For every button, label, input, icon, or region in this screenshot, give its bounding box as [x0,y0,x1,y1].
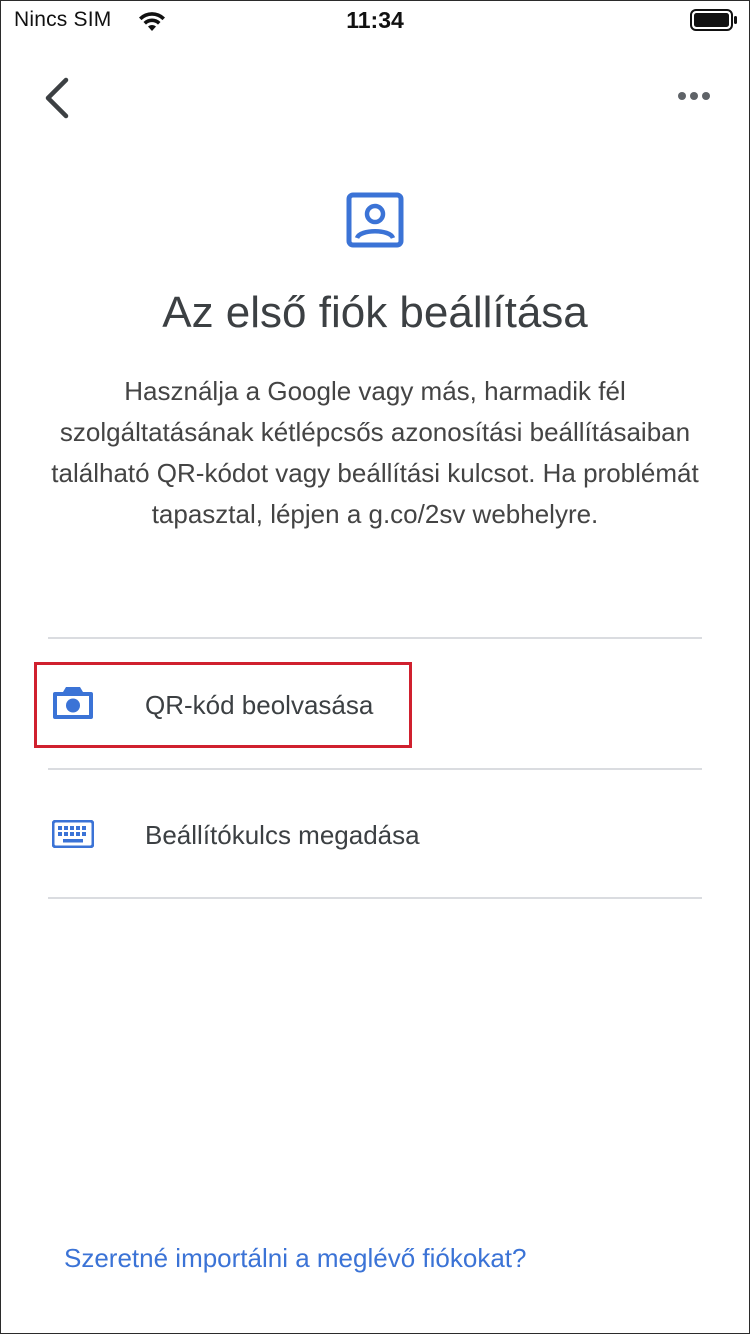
camera-icon [53,687,93,719]
back-button[interactable] [36,72,80,124]
enter-setup-key-option[interactable]: Beállítókulcs megadása [48,770,702,898]
chevron-left-icon [45,77,69,119]
enter-setup-key-label: Beállítókulcs megadása [145,820,420,850]
scan-qr-option[interactable]: QR-kód beolvasása [48,640,702,768]
import-accounts-link[interactable]: Szeretné importálni a meglévő fiókokat? [64,1243,526,1274]
more-horizontal-icon [678,92,710,100]
keyboard-icon [52,820,94,848]
page-description: Használja a Google vagy más, harmadik fé… [51,376,699,529]
more-options-button[interactable] [668,78,720,114]
divider [48,897,702,899]
scan-qr-label: QR-kód beolvasása [145,690,374,720]
battery-icon [690,9,737,31]
account-box-icon [346,192,404,248]
clock: 11:34 [346,7,404,33]
divider [48,637,702,639]
page-title: Az első fiók beállítása [162,288,588,337]
